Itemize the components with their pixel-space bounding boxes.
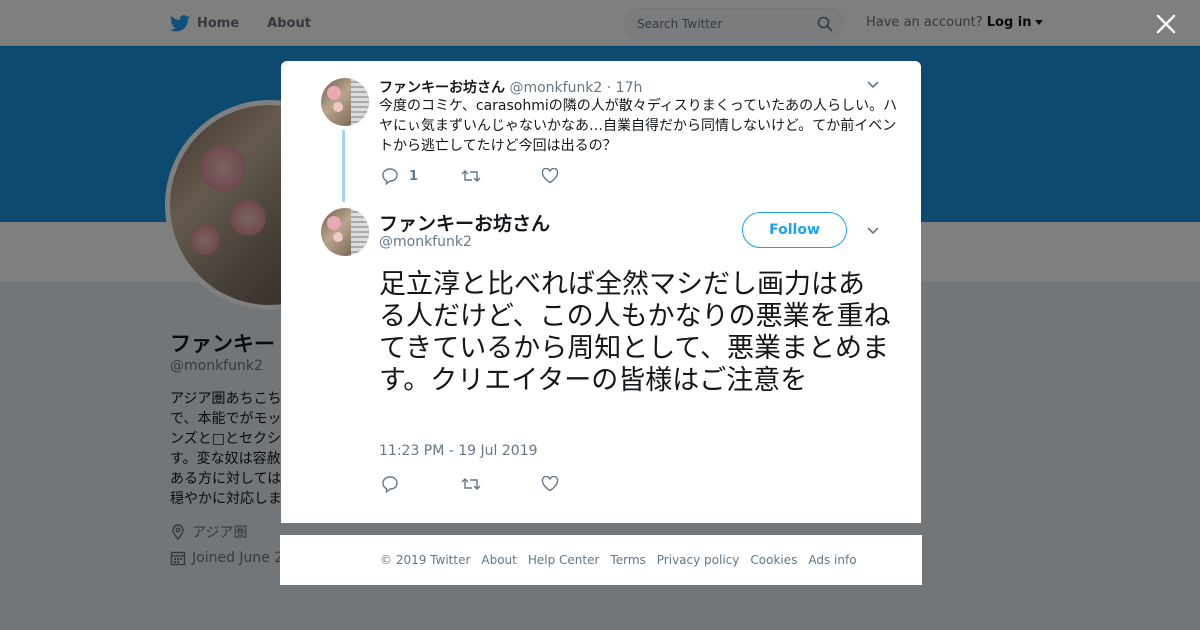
tweet2-author-handle[interactable]: @monkfunk2 bbox=[379, 234, 472, 250]
chevron-down-icon[interactable] bbox=[866, 80, 880, 90]
chevron-down-icon[interactable] bbox=[866, 226, 880, 236]
close-icon[interactable] bbox=[1154, 12, 1178, 36]
thread-connector bbox=[342, 130, 345, 202]
reply-icon bbox=[382, 168, 398, 185]
footer-link-about[interactable]: About bbox=[481, 553, 516, 567]
modal-footer: © 2019 Twitter About Help Center Terms P… bbox=[280, 535, 922, 585]
retweet-button[interactable] bbox=[461, 476, 541, 492]
tweet1-author-handle[interactable]: @monkfunk2 bbox=[509, 80, 602, 96]
reply-icon bbox=[382, 476, 398, 493]
tweet1-time[interactable]: · 17h bbox=[607, 80, 643, 96]
footer-link-terms[interactable]: Terms bbox=[610, 553, 645, 567]
tweet1-header: ファンキーお坊さん @monkfunk2 · 17h bbox=[379, 77, 642, 97]
tweet2-actions bbox=[381, 475, 621, 493]
tweet2-text: 足立淳と比べれば全然マシだし画力はある人だけど、この人もかなりの悪業を重ねてきて… bbox=[379, 269, 891, 396]
footer-copyright: © 2019 Twitter bbox=[380, 553, 471, 567]
tweet1-actions: 1 bbox=[381, 167, 621, 185]
tweet2-timestamp[interactable]: 11:23 PM - 19 Jul 2019 bbox=[379, 443, 538, 459]
follow-button[interactable]: Follow bbox=[742, 212, 847, 248]
footer-link-ads-info[interactable]: Ads info bbox=[808, 553, 856, 567]
like-button[interactable] bbox=[541, 168, 621, 184]
heart-icon bbox=[541, 476, 559, 492]
avatar[interactable] bbox=[321, 208, 369, 256]
footer-link-help-center[interactable]: Help Center bbox=[528, 553, 600, 567]
footer-link-cookies[interactable]: Cookies bbox=[750, 553, 797, 567]
retweet-icon bbox=[461, 170, 481, 182]
avatar[interactable] bbox=[321, 78, 369, 126]
like-button[interactable] bbox=[541, 476, 621, 492]
retweet-button[interactable] bbox=[461, 168, 541, 184]
tweet1-author-name[interactable]: ファンキーお坊さん bbox=[379, 80, 505, 96]
footer-link-privacy[interactable]: Privacy policy bbox=[657, 553, 740, 567]
reply-button[interactable]: 1 bbox=[381, 167, 461, 185]
heart-icon bbox=[541, 168, 559, 184]
tweet2-author-name[interactable]: ファンキーお坊さん bbox=[379, 209, 550, 236]
reply-count: 1 bbox=[409, 168, 419, 184]
retweet-icon bbox=[461, 478, 481, 490]
tweet1-text: 今度のコミケ、carasohmiの隣の人が散々ディスりまくっていたあの人らしい。… bbox=[379, 98, 898, 154]
reply-button[interactable] bbox=[381, 475, 461, 493]
